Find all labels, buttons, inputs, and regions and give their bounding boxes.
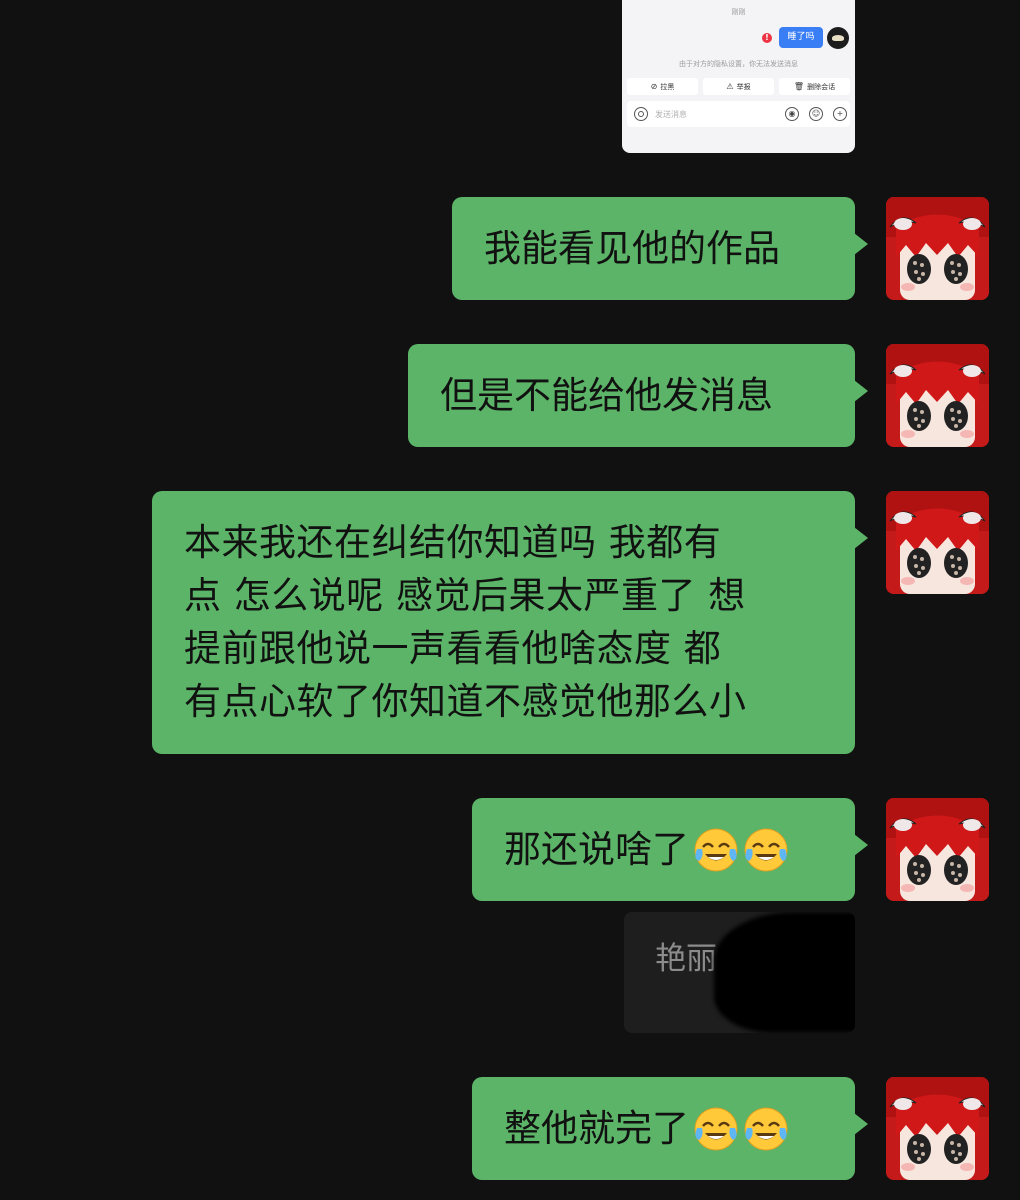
delete-conversation-label: 删除会话	[807, 82, 836, 91]
laughing-crying-emoji-icon	[693, 827, 739, 873]
avatar[interactable]	[886, 491, 989, 594]
message-text: 我能看见他的作品	[484, 227, 780, 270]
message-bubble[interactable]: 我能看见他的作品	[452, 197, 868, 300]
message-bubble[interactable]: 但是不能给他发消息	[408, 344, 868, 447]
message-line: 有点心软了你知道不感觉他那么小	[184, 680, 747, 723]
report-button[interactable]: ⚠ 举报	[703, 78, 774, 95]
message-text: 但是不能给他发消息	[440, 374, 773, 417]
avatar[interactable]	[827, 27, 849, 49]
redaction-scribble	[714, 912, 855, 1033]
message-line: 点 怎么说呢 感觉后果太严重了 想	[184, 574, 746, 617]
message-text: 那还说啥了	[504, 828, 689, 871]
laughing-crying-emoji-icon	[743, 1106, 789, 1152]
sent-message-bubble: 睡了吗	[779, 27, 823, 48]
report-label: 举报	[736, 82, 751, 91]
plus-icon[interactable]: +	[833, 107, 847, 121]
action-bar: ⊘ 拉黑 ⚠ 举报 🗑 删除会话	[627, 78, 850, 95]
message-input[interactable]: 发送消息 ◉ ☺ +	[627, 101, 850, 127]
send-failed-icon[interactable]: !	[762, 33, 772, 43]
voice-icon[interactable]: ◉	[785, 107, 799, 121]
avatar[interactable]	[886, 798, 989, 901]
camera-icon[interactable]	[634, 107, 648, 121]
avatar[interactable]	[886, 197, 989, 300]
message-bubble[interactable]: 整他就完了	[472, 1077, 868, 1180]
avatar[interactable]	[886, 344, 989, 447]
emoji-icon[interactable]: ☺	[809, 107, 823, 121]
trash-icon: 🗑	[793, 82, 805, 91]
received-message-bubble[interactable]: 艳丽：	[624, 912, 855, 1033]
block-button[interactable]: ⊘ 拉黑	[627, 78, 698, 95]
avatar[interactable]	[886, 1077, 989, 1180]
laughing-crying-emoji-icon	[743, 827, 789, 873]
block-icon: ⊘	[650, 82, 658, 91]
timestamp: 刚刚	[731, 8, 746, 16]
message-bubble[interactable]: 那还说啥了	[472, 798, 868, 901]
laughing-crying-emoji-icon	[693, 1106, 739, 1152]
embedded-screenshot: 刚刚 ! 睡了吗 由于对方的隐私设置，你无法发送消息 ⊘ 拉黑 ⚠ 举报 🗑 删…	[622, 0, 855, 153]
message-line: 提前跟他说一声看看他啥态度 都	[184, 627, 722, 670]
message-text: 整他就完了	[504, 1107, 689, 1150]
warning-icon: ⚠	[726, 82, 734, 91]
privacy-notice: 由于对方的隐私设置，你无法发送消息	[679, 60, 798, 68]
message-line: 本来我还在纠结你知道吗 我都有	[184, 521, 722, 564]
message-bubble[interactable]: 本来我还在纠结你知道吗 我都有 点 怎么说呢 感觉后果太严重了 想 提前跟他说一…	[152, 491, 868, 754]
input-placeholder: 发送消息	[655, 110, 687, 119]
delete-conversation-button[interactable]: 🗑 删除会话	[779, 78, 850, 95]
block-label: 拉黑	[660, 82, 675, 91]
